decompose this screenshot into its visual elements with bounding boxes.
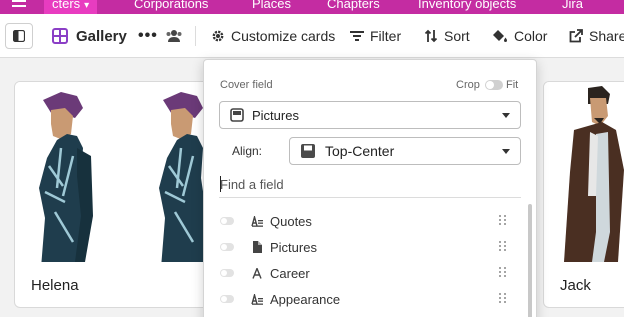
field-row-career[interactable]: Career xyxy=(220,260,520,286)
cover-field-select[interactable]: Pictures xyxy=(219,101,521,129)
field-label: Quotes xyxy=(270,213,312,229)
field-visibility-toggle[interactable] xyxy=(220,217,234,225)
share-button[interactable]: Share xyxy=(569,14,624,58)
share-external-icon xyxy=(569,29,583,43)
character-illustration xyxy=(39,92,207,268)
card-cover-image xyxy=(15,82,209,268)
find-field-input[interactable] xyxy=(219,172,521,198)
gallery-icon xyxy=(52,28,68,44)
drag-handle-icon[interactable] xyxy=(499,215,507,225)
field-row-pictures[interactable]: Pictures xyxy=(220,234,520,260)
tab-characters[interactable]: cters ▾ xyxy=(44,0,98,14)
view-name: Gallery xyxy=(76,27,127,45)
tab-jira[interactable]: Jira xyxy=(562,0,583,14)
sort-icon xyxy=(424,29,438,43)
share-label: Share xyxy=(589,28,624,44)
align-label: Align: xyxy=(232,144,263,158)
color-label: Color xyxy=(514,28,548,44)
people-icon xyxy=(166,30,182,42)
filter-button[interactable]: Filter xyxy=(350,14,401,58)
field-visibility-toggle[interactable] xyxy=(220,269,234,277)
character-illustration xyxy=(564,86,624,262)
chevron-down-icon xyxy=(502,149,510,154)
customize-cards-label: Customize cards xyxy=(231,28,336,44)
sidebar-icon xyxy=(13,30,25,42)
filter-label: Filter xyxy=(370,28,402,44)
gallery-card[interactable]: Jack xyxy=(543,81,624,308)
align-top-icon xyxy=(301,144,315,158)
long-text-icon xyxy=(250,293,264,305)
view-toolbar: Gallery ••• Customize cards Filter Sort … xyxy=(0,14,624,58)
drag-handle-icon[interactable] xyxy=(499,293,507,303)
drag-handle-icon[interactable] xyxy=(499,241,507,251)
align-value: Top-Center xyxy=(325,143,395,159)
gallery-card[interactable]: Helena xyxy=(14,81,210,308)
field-label: Pictures xyxy=(270,239,317,255)
card-title: Helena xyxy=(31,277,79,294)
menu-icon[interactable] xyxy=(12,0,26,7)
crop-fit-toggle[interactable] xyxy=(485,80,503,90)
chevron-down-icon: ▾ xyxy=(84,0,90,11)
single-line-text-icon xyxy=(250,267,264,279)
collaborators-button[interactable] xyxy=(165,14,183,58)
customize-cards-button[interactable]: Customize cards xyxy=(211,14,335,58)
attachment-icon xyxy=(230,108,244,122)
panel-scrollbar[interactable] xyxy=(528,204,532,317)
tab-label: cters xyxy=(52,0,81,11)
text-cursor xyxy=(220,176,221,192)
view-switcher-button[interactable]: Gallery xyxy=(52,14,127,58)
more-options-button[interactable]: ••• xyxy=(138,14,158,58)
drag-handle-icon[interactable] xyxy=(499,267,507,277)
field-visibility-toggle[interactable] xyxy=(220,243,234,251)
sidebar-toggle-button[interactable] xyxy=(5,23,33,49)
chevron-down-icon xyxy=(502,113,510,118)
cover-field-label: Cover field xyxy=(220,79,273,91)
field-visibility-toggle[interactable] xyxy=(220,295,234,303)
tab-chapters[interactable]: Chapters xyxy=(327,0,380,14)
crop-label: Crop xyxy=(456,79,480,91)
customize-cards-panel: Cover field Crop Fit Pictures Align: Top… xyxy=(203,59,537,317)
gear-icon xyxy=(212,30,224,42)
paint-bucket-icon xyxy=(493,30,507,42)
sort-label: Sort xyxy=(444,28,470,44)
tab-bar: cters ▾ Corporations Places Chapters Inve… xyxy=(0,0,624,14)
filter-icon xyxy=(350,31,364,41)
tab-corporations[interactable]: Corporations xyxy=(134,0,208,14)
toolbar-divider xyxy=(195,26,196,46)
card-title: Jack xyxy=(560,277,591,294)
sort-button[interactable]: Sort xyxy=(424,14,470,58)
cover-field-value: Pictures xyxy=(252,107,299,123)
card-cover-image xyxy=(544,82,624,262)
tab-places[interactable]: Places xyxy=(252,0,291,14)
color-button[interactable]: Color xyxy=(492,14,547,58)
long-text-icon xyxy=(250,215,264,227)
fit-label: Fit xyxy=(506,79,519,91)
field-label: Career xyxy=(270,265,310,281)
align-select[interactable]: Top-Center xyxy=(289,137,521,165)
field-row-quotes[interactable]: Quotes xyxy=(220,208,520,234)
field-row-appearance[interactable]: Appearance xyxy=(220,286,520,312)
tab-inventory-objects[interactable]: Inventory objects xyxy=(418,0,516,14)
attachment-file-icon xyxy=(250,241,264,253)
field-label: Appearance xyxy=(270,291,341,307)
